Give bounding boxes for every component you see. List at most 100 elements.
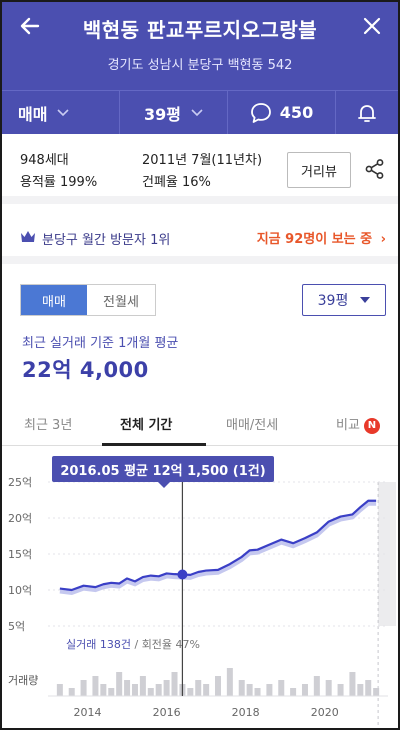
bell-icon — [358, 104, 376, 122]
built-date: 2011년 7월(11년차) — [142, 153, 263, 168]
deal-type-dropdown[interactable]: 매매 — [2, 91, 120, 134]
y-tick-label: 10억 — [8, 584, 32, 597]
volume-bar — [68, 688, 75, 696]
tab-compare[interactable]: 비교 N — [336, 414, 380, 434]
volume-label: 거래량 — [8, 674, 39, 687]
size-select[interactable]: 39평 — [302, 284, 386, 316]
volume-bar — [349, 672, 356, 696]
volume-bar — [155, 684, 162, 696]
volume-bar — [313, 676, 320, 696]
deal-type-label: 매매 — [18, 104, 48, 124]
now-viewing-text: 지금 92명이 보는 중 — [256, 232, 373, 247]
filter-bar: 매매 39평 450 — [2, 90, 398, 134]
comments-button[interactable]: 450 — [228, 91, 336, 134]
volume-bar — [301, 684, 308, 696]
volume-bar — [373, 688, 380, 696]
volume-bar — [278, 680, 285, 696]
chevron-down-icon — [57, 108, 70, 116]
volume-bar — [325, 680, 332, 696]
volume-bar — [147, 688, 154, 696]
x-tick-label: 2014 — [74, 706, 102, 719]
dropdown-triangle-icon — [360, 297, 371, 303]
price-band — [59, 501, 377, 596]
trade-count: 실거래 138건 — [66, 638, 131, 651]
volume-bar — [246, 684, 253, 696]
visitor-banner[interactable]: 분당구 월간 방문자 1위 지금 92명이 보는 중 › — [2, 212, 398, 264]
y-tick-label: 5억 — [8, 620, 25, 633]
tab-label: 비교 — [336, 418, 360, 433]
address: 경기도 성남시 분당구 백현동 542 — [107, 58, 293, 73]
volume-bar — [215, 676, 221, 696]
size-label: 39평 — [144, 104, 181, 124]
volume-bar — [171, 672, 178, 696]
close-icon[interactable] — [358, 12, 386, 40]
volume-bar — [203, 684, 210, 696]
segment-sale[interactable]: 매매 — [21, 285, 87, 315]
tab-sale-jeonse[interactable]: 매매/전세 — [226, 414, 278, 433]
back-arrow-icon[interactable] — [16, 12, 44, 40]
segment-rent[interactable]: 전월세 — [87, 285, 155, 315]
notification-button[interactable] — [336, 91, 398, 134]
deal-segment: 매매 전월세 — [20, 284, 156, 316]
volume-bar — [187, 688, 194, 696]
chevron-down-icon — [191, 108, 203, 116]
tab-label: 최근 3년 — [24, 418, 73, 433]
volume-bar — [337, 684, 344, 696]
chart-svg: 25억 20억 15억 10억 5억 2014 2016 2018 2020 — [8, 476, 396, 726]
tab-label: 전체 기간 — [120, 418, 173, 433]
turnover-rate: 회전율 47% — [141, 638, 200, 651]
tab-recent-3-years[interactable]: 최근 3년 — [24, 414, 72, 433]
x-tick-label: 2016 — [153, 706, 181, 719]
visitor-rank: 분당구 월간 방문자 1위 — [42, 233, 171, 248]
volume-bar — [116, 672, 123, 696]
street-view-button[interactable]: 거리뷰 — [287, 152, 351, 188]
info-col-1: 948세대 용적률 199% — [20, 150, 97, 194]
price-basis: 최근 실거래 기준 1개월 평균 — [22, 336, 179, 351]
floor-area-ratio: 용적률 199% — [20, 175, 98, 190]
chevron-right-icon: › — [380, 232, 386, 247]
tab-all-period[interactable]: 전체 기간 — [120, 414, 172, 433]
active-tab-underline — [102, 443, 206, 446]
speech-bubble-icon — [250, 102, 271, 123]
future-region — [378, 482, 396, 626]
volume-bar — [108, 688, 115, 696]
volume-bar — [357, 684, 364, 696]
volume-bar — [139, 676, 146, 696]
volume-bar — [254, 688, 261, 696]
y-tick-label: 25억 — [8, 476, 32, 489]
share-icon[interactable] — [364, 158, 386, 180]
volume-bar — [226, 668, 233, 696]
volume-bar — [131, 684, 138, 696]
price-line — [59, 499, 377, 592]
volume-bar — [290, 688, 297, 696]
average-price: 22억 4,000 — [22, 358, 149, 382]
households: 948세대 — [20, 153, 69, 168]
header: 백현동 판교푸르지오그랑블 경기도 성남시 분당구 백현동 542 — [2, 2, 398, 90]
y-tick-label: 20억 — [8, 512, 32, 525]
y-tick-label: 15억 — [8, 548, 32, 561]
volume-bar — [238, 680, 245, 696]
x-tick-label: 2018 — [232, 706, 260, 719]
volume-bar — [266, 684, 273, 696]
volume-bar — [56, 684, 63, 696]
volume-bar — [124, 680, 131, 696]
highlight-point — [177, 569, 188, 580]
size-dropdown[interactable]: 39평 — [120, 91, 228, 134]
coverage-ratio: 건폐율 16% — [142, 175, 211, 190]
crown-icon — [21, 231, 35, 242]
new-badge: N — [363, 417, 380, 434]
complex-info: 948세대 용적률 199% 2011년 7월(11년차) 건폐율 16% 거리… — [2, 134, 398, 204]
volume-bar — [195, 680, 202, 696]
period-tabs: 최근 3년 전체 기간 매매/전세 비교 N — [2, 404, 398, 446]
page-title: 백현동 판교푸르지오그랑블 — [82, 18, 318, 42]
volume-bar — [92, 676, 99, 696]
chart-tooltip: 2016.05 평균 12억 1,500 (1건) — [52, 456, 274, 488]
tab-label: 매매/전세 — [226, 418, 279, 433]
volume-bar — [80, 680, 87, 696]
comment-count: 450 — [279, 103, 314, 122]
trade-summary: 실거래 138건 / 회전율 47% — [66, 636, 200, 652]
separator: / — [134, 638, 142, 651]
volume-bar — [100, 684, 107, 696]
now-viewing[interactable]: 지금 92명이 보는 중 › — [257, 228, 386, 247]
price-chart[interactable]: 25억 20억 15억 10억 5억 2014 2016 2018 2020 2016.05 평… — [2, 448, 398, 728]
